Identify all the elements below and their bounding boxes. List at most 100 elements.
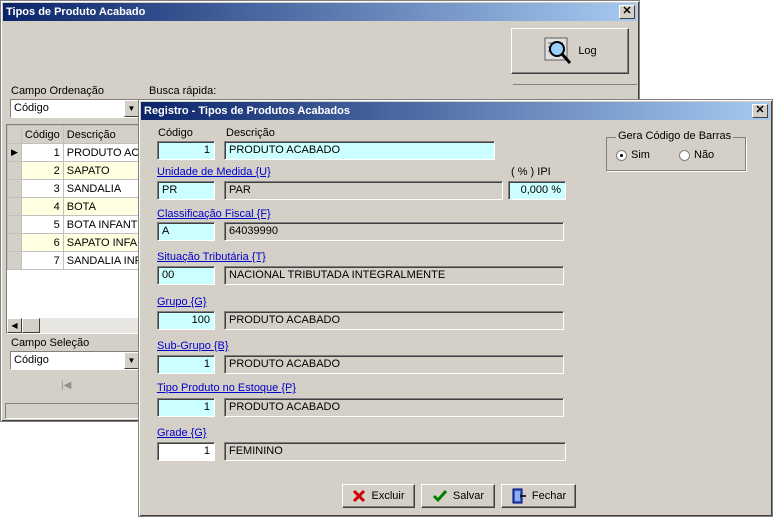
tipo-estoque-code-field[interactable]: 1 xyxy=(157,398,215,417)
grupo-link[interactable]: Grupo {G} xyxy=(157,296,207,308)
campo-selecao-select[interactable]: Código ▼ xyxy=(10,351,140,370)
ipi-field[interactable]: 0,000 % xyxy=(508,181,566,200)
scroll-left-icon[interactable]: ◀ xyxy=(7,318,22,333)
grupo-desc-field: PRODUTO ACABADO xyxy=(224,311,564,330)
magnifier-log-icon xyxy=(544,37,572,64)
barras-sim-radio[interactable]: Sim xyxy=(616,149,650,161)
radio-selected-icon xyxy=(616,149,627,161)
descricao-field[interactable]: PRODUTO ACABADO xyxy=(224,141,495,160)
nav-first-icon[interactable]: |◀ xyxy=(61,380,71,391)
classificacao-code-field[interactable]: A xyxy=(157,222,215,241)
col-header-codigo[interactable]: Código xyxy=(20,125,64,144)
campo-ordenacao-value: Código xyxy=(14,102,49,114)
grade-link[interactable]: Grade {G} xyxy=(157,427,207,439)
barras-nao-radio[interactable]: Não xyxy=(679,149,714,161)
log-button-label: Log xyxy=(578,45,597,57)
table-row[interactable]: 4 BOTA xyxy=(7,197,141,216)
codigo-field[interactable]: 1 xyxy=(157,141,215,160)
table-row[interactable]: ▶ 1 PRODUTO ACABADO xyxy=(7,143,141,162)
cell-descricao: BOTA INFANTIL xyxy=(62,215,141,234)
cell-codigo: 6 xyxy=(20,233,64,252)
cell-codigo: 7 xyxy=(20,251,64,270)
cell-codigo: 5 xyxy=(20,215,64,234)
horizontal-scrollbar[interactable]: ◀ xyxy=(7,318,141,333)
cell-codigo: 2 xyxy=(20,161,64,180)
row-indicator xyxy=(7,251,22,270)
row-indicator xyxy=(7,161,22,180)
cell-codigo: 1 xyxy=(20,143,64,162)
situacao-code-field[interactable]: 00 xyxy=(157,266,215,285)
tipo-estoque-desc-field: PRODUTO ACABADO xyxy=(224,398,564,417)
scroll-thumb[interactable] xyxy=(22,318,40,333)
fechar-label: Fechar xyxy=(531,490,567,502)
row-indicator xyxy=(7,197,22,216)
dialog-title: Registro - Tipos de Produtos Acabados xyxy=(144,105,350,117)
situacao-tributaria-link[interactable]: Situação Tributária {T} xyxy=(157,251,266,263)
cell-descricao: SAPATO xyxy=(62,161,141,180)
table-row[interactable]: 2 SAPATO xyxy=(7,161,141,180)
cell-descricao: SANDALIA INFANTIL xyxy=(62,251,141,270)
registro-dialog: Registro - Tipos de Produtos Acabados ✕ … xyxy=(138,99,773,517)
col-header-descricao[interactable]: Descrição xyxy=(62,125,141,144)
product-grid[interactable]: Código Descrição ▶ 1 PRODUTO ACABADO 2 S… xyxy=(6,124,142,334)
unidade-desc-field: PAR xyxy=(224,181,503,200)
campo-selecao-value: Código xyxy=(14,354,49,366)
salvar-button[interactable]: Salvar xyxy=(421,484,495,508)
radio-unselected-icon xyxy=(679,149,690,161)
table-row[interactable]: 7 SANDALIA INFANTIL xyxy=(7,251,141,270)
subgrupo-desc-field: PRODUTO ACABADO xyxy=(224,355,564,374)
unidade-code-field[interactable]: PR xyxy=(157,181,215,200)
grupo-code-field[interactable]: 100 xyxy=(157,311,215,330)
campo-ordenacao-label: Campo Ordenação xyxy=(11,85,104,97)
salvar-label: Salvar xyxy=(452,490,485,502)
delete-x-icon xyxy=(353,489,366,503)
back-window-search-strip xyxy=(513,84,637,99)
tipo-estoque-link[interactable]: Tipo Produto no Estoque {P} xyxy=(157,382,296,394)
descricao-label: Descrição xyxy=(226,127,275,139)
current-row-arrow-icon: ▶ xyxy=(7,143,22,162)
barras-sim-label: Sim xyxy=(631,149,650,161)
checkmark-icon xyxy=(432,490,448,503)
table-row[interactable]: 3 SANDALIA xyxy=(7,179,141,198)
excluir-button[interactable]: Excluir xyxy=(342,484,415,508)
table-row[interactable]: 5 BOTA INFANTIL xyxy=(7,215,141,234)
codigo-label: Código xyxy=(158,127,193,139)
busca-rapida-label: Busca rápida: xyxy=(149,85,217,97)
product-table: Código Descrição ▶ 1 PRODUTO ACABADO 2 S… xyxy=(7,125,141,270)
row-indicator xyxy=(7,215,22,234)
subgrupo-link[interactable]: Sub-Grupo {B} xyxy=(157,340,229,352)
cell-codigo: 3 xyxy=(20,179,64,198)
unidade-medida-link[interactable]: Unidade de Medida {U} xyxy=(157,166,271,178)
back-window-titlebar[interactable]: Tipos de Produto Acabado ✕ xyxy=(3,3,637,21)
cell-descricao: SAPATO INFANTIL xyxy=(62,233,141,252)
classificacao-desc-field: 64039990 xyxy=(224,222,564,241)
cell-descricao: PRODUTO ACABADO xyxy=(62,143,141,162)
table-row[interactable]: 6 SAPATO INFANTIL xyxy=(7,233,141,252)
barras-nao-label: Não xyxy=(694,149,715,161)
chevron-down-icon[interactable]: ▼ xyxy=(124,352,139,369)
log-button[interactable]: Log xyxy=(511,28,629,74)
row-indicator xyxy=(7,233,22,252)
door-exit-icon xyxy=(512,488,526,504)
subgrupo-code-field[interactable]: 1 xyxy=(157,355,215,374)
campo-ordenacao-select[interactable]: Código ▼ xyxy=(10,99,140,118)
grade-desc-field: FEMININO xyxy=(224,442,566,461)
fechar-button[interactable]: Fechar xyxy=(501,484,576,508)
chevron-down-icon[interactable]: ▼ xyxy=(124,100,139,117)
ipi-label: ( % ) IPI xyxy=(511,166,551,178)
campo-selecao-label: Campo Seleção xyxy=(11,337,90,349)
situacao-desc-field: NACIONAL TRIBUTADA INTEGRALMENTE xyxy=(224,266,564,285)
barras-group-label: Gera Código de Barras xyxy=(616,130,734,142)
cell-descricao: SANDALIA xyxy=(62,179,141,198)
dialog-close-icon[interactable]: ✕ xyxy=(752,104,768,118)
dialog-titlebar[interactable]: Registro - Tipos de Produtos Acabados ✕ xyxy=(141,102,770,120)
back-window-close-icon[interactable]: ✕ xyxy=(619,5,635,19)
classificacao-fiscal-link[interactable]: Classificação Fiscal {F} xyxy=(157,208,271,220)
row-indicator xyxy=(7,179,22,198)
excluir-label: Excluir xyxy=(371,490,405,502)
back-window-title: Tipos de Produto Acabado xyxy=(6,6,146,18)
row-indicator-header xyxy=(7,125,22,144)
grade-code-field[interactable]: 1 xyxy=(157,442,215,461)
cell-codigo: 4 xyxy=(20,197,64,216)
cell-descricao: BOTA xyxy=(62,197,141,216)
